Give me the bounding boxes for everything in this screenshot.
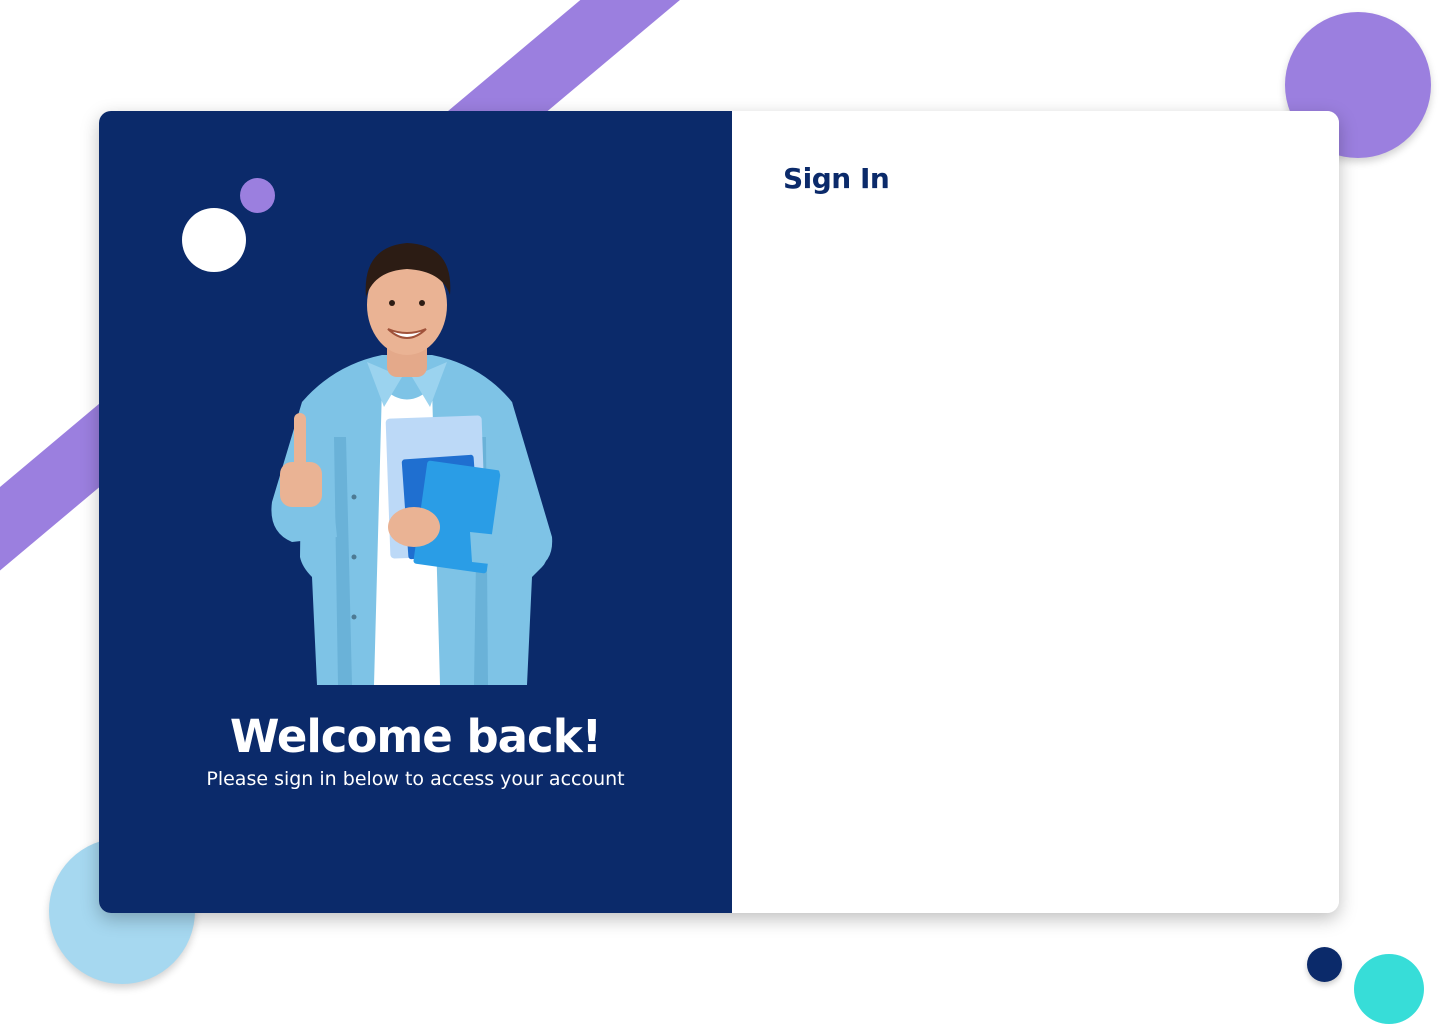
welcome-title: Welcome back!	[229, 710, 602, 763]
sign-in-title: Sign In	[783, 162, 890, 195]
decorative-teal-circle	[1354, 954, 1424, 1024]
sign-in-panel: Sign In	[732, 111, 1339, 913]
decorative-purple-dot	[240, 178, 275, 213]
welcome-panel: Welcome back! Please sign in below to ac…	[99, 111, 732, 913]
decorative-white-dot	[182, 208, 246, 272]
welcome-subtitle: Please sign in below to access your acco…	[206, 768, 625, 790]
decorative-navy-dot	[1307, 947, 1342, 982]
login-card: Welcome back! Please sign in below to ac…	[99, 111, 1339, 913]
student-illustration	[271, 243, 553, 685]
